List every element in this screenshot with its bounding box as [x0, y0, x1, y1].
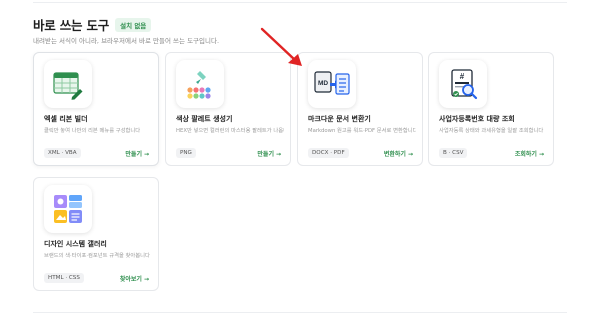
arrow-right-icon: → [538, 151, 544, 158]
annotation-arrow-icon [260, 27, 302, 66]
section-header: 바로 쓰는 도구 설치 없음 [33, 15, 152, 34]
convert-link[interactable]: 변환하기 → [384, 149, 413, 158]
card-title: 엑셀 리본 빌더 [44, 115, 88, 123]
no-install-badge: 설치 없음 [115, 17, 152, 32]
format-tag: HTML · CSS [44, 273, 84, 283]
tool-card-business-lookup[interactable]: # 사업자등록번호 대량 조회 사업자등록 상태와 과세유형을 일괄 조회합니다… [428, 52, 554, 166]
format-tag: B · CSV [439, 148, 468, 158]
tool-card-excel-ribbon[interactable]: 엑셀 리본 빌더 클릭만 놓여 나만의 리본 메뉴를 구성합니다 XML · V… [33, 52, 159, 166]
action-label: 찾아보기 [119, 276, 142, 283]
markdown-icon-label: MD [318, 80, 328, 87]
card-title: 색상 팔레트 생성기 [176, 115, 233, 123]
card-title: 마크다운 문서 변환기 [308, 115, 371, 123]
arrow-right-icon: → [275, 151, 281, 158]
card-description: 브랜드의 색·타이포·컴포넌트 규격을 찾아봅니다 [44, 253, 150, 259]
card-description: 사업자등록 상태와 과세유형을 일괄 조회합니다 [439, 128, 544, 134]
card-title: 사업자등록번호 대량 조회 [439, 115, 515, 123]
card-title: 디자인 시스템 갤러리 [44, 240, 107, 248]
arrow-right-icon: → [143, 276, 149, 283]
arrow-right-icon: → [407, 151, 413, 158]
spreadsheet-edit-icon [44, 60, 92, 108]
section-description: 내려받는 서식이 아니라, 브라우저에서 바로 만들어 쓰는 도구입니다. [33, 37, 220, 45]
document-search-icon: # [439, 60, 487, 108]
color-palette-icon [176, 60, 224, 108]
lookup-link[interactable]: 조회하기 → [515, 149, 544, 158]
tool-card-markdown-converter[interactable]: MD 마크다운 문서 변환기 Markdown 원고를 워드·PDF 문서로 변… [297, 52, 423, 166]
hash-icon-label: # [460, 72, 465, 81]
action-label: 조회하기 [514, 151, 537, 158]
section-title: 바로 쓰는 도구 [33, 18, 110, 33]
format-tag: DOCX · PDF [308, 148, 349, 158]
design-gallery-icon [44, 185, 92, 233]
card-description: 클릭만 놓여 나만의 리본 메뉴를 구성합니다 [44, 128, 141, 134]
bottom-divider [33, 312, 567, 313]
browse-link[interactable]: 찾아보기 → [120, 274, 149, 283]
top-divider [33, 2, 567, 3]
format-tag: PNG [176, 148, 196, 158]
tool-card-color-palette[interactable]: 색상 팔레트 생성기 HEX만 넣으면 컬러런의 마스터용 팔레트가 나옵니다 … [165, 52, 291, 166]
action-label: 변환하기 [383, 151, 406, 158]
action-label: 만들기 [257, 151, 274, 158]
card-description: Markdown 원고를 워드·PDF 문서로 변환합니다 [308, 128, 416, 134]
action-label: 만들기 [125, 151, 142, 158]
build-link[interactable]: 만들기 → [257, 149, 281, 158]
markdown-convert-icon: MD [308, 60, 356, 108]
build-link[interactable]: 만들기 → [125, 149, 149, 158]
arrow-right-icon: → [143, 151, 149, 158]
tool-card-design-gallery[interactable]: 디자인 시스템 갤러리 브랜드의 색·타이포·컴포넌트 규격을 찾아봅니다 HT… [33, 177, 159, 291]
card-description: HEX만 넣으면 컬러런의 마스터용 팔레트가 나옵니다 [176, 128, 284, 134]
format-tag: XML · VBA [44, 148, 81, 158]
